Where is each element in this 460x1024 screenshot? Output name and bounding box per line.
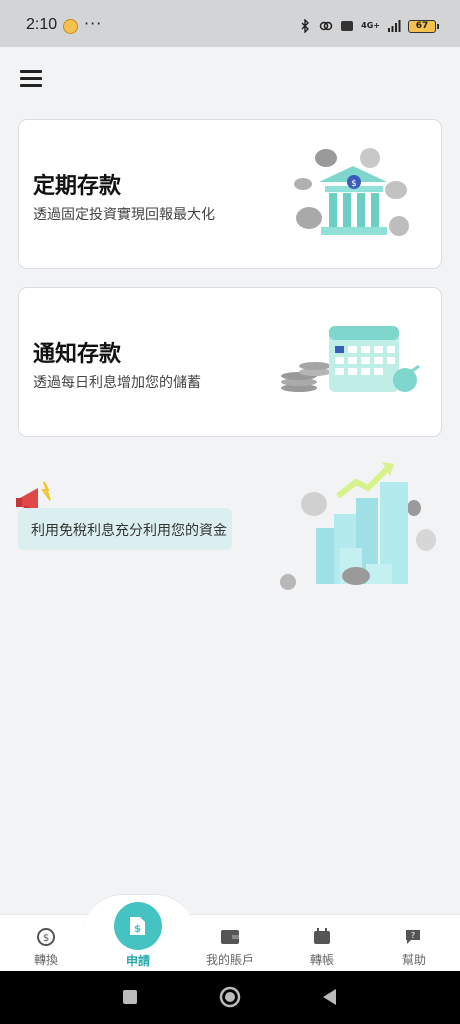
svg-text:?: ? — [411, 931, 415, 940]
battery-indicator: 67 — [408, 19, 439, 33]
tab-label: 幫助 — [401, 953, 426, 967]
home-circle-icon[interactable] — [219, 986, 241, 1008]
growth-chart-illustration — [280, 462, 436, 590]
card-title: 定期存款 — [33, 174, 122, 199]
network-type: 4G+ — [361, 21, 380, 30]
notification-emoji-icon — [63, 19, 78, 34]
help-chat-icon: ? — [406, 930, 420, 944]
card-description: 透過每日利息增加您的儲蓄 — [33, 375, 201, 391]
tab-exchange[interactable]: $ 轉換 — [16, 926, 76, 968]
status-icons: 4G+ 67 — [298, 18, 439, 34]
tab-label: 轉換 — [33, 953, 58, 967]
svg-text:$: $ — [351, 179, 357, 189]
exchange-icon: $ — [37, 928, 55, 946]
status-more-dots: ··· — [84, 14, 103, 33]
volte-icon — [341, 21, 354, 31]
tab-label-active[interactable]: 申請 — [108, 952, 168, 969]
card-description: 透過固定投資實現回報最大化 — [33, 207, 215, 223]
promo-banner[interactable]: 利用免稅利息充分利用您的資金 — [18, 508, 232, 550]
system-navigation-bar — [0, 971, 460, 1024]
bank-coins-illustration: $ — [294, 148, 409, 236]
link-icon — [319, 21, 333, 31]
product-card-call-deposit[interactable]: 通知存款 透過每日利息增加您的儲蓄 — [18, 287, 442, 437]
tab-apply-button[interactable]: $ — [114, 902, 162, 950]
tab-my-account[interactable]: 我的賬戶 — [200, 926, 260, 968]
promo-text: 利用免稅利息充分利用您的資金 — [31, 523, 227, 539]
wallet-icon — [221, 930, 239, 944]
product-card-fixed-deposit[interactable]: 定期存款 透過固定投資實現回報最大化 $ — [18, 119, 442, 269]
tab-transfer[interactable]: 轉帳 — [292, 926, 352, 968]
tab-label: 我的賬戶 — [205, 953, 254, 967]
svg-text:$: $ — [43, 933, 49, 944]
hamburger-menu-icon[interactable] — [20, 70, 42, 88]
status-time: 2:10 — [26, 16, 58, 33]
tab-label: 轉帳 — [309, 953, 334, 967]
application-folder-icon: $ — [130, 917, 145, 935]
bluetooth-icon — [301, 19, 310, 33]
back-triangle-icon[interactable] — [320, 987, 340, 1007]
recents-square-icon[interactable] — [120, 987, 140, 1007]
signal-icon — [388, 20, 401, 32]
calendar-coins-illustration — [281, 326, 420, 392]
tab-help[interactable]: ? 幫助 — [384, 926, 444, 968]
status-bar: 2:10 ··· 4G+ 67 — [0, 0, 460, 47]
card-title: 通知存款 — [33, 342, 122, 367]
svg-text:$: $ — [134, 924, 141, 935]
transfer-icon — [314, 928, 330, 944]
